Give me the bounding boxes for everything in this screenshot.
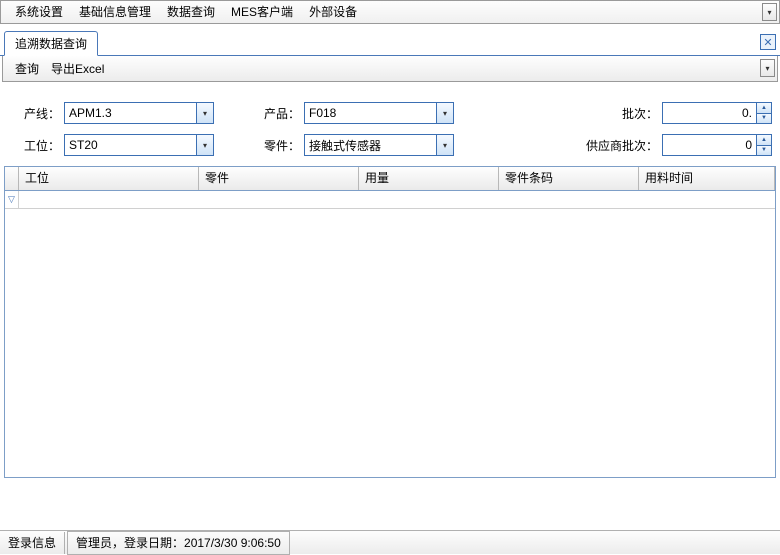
menu-mes-client[interactable]: MES客户端 <box>223 1 301 23</box>
menu-data-query[interactable]: 数据查询 <box>159 1 223 23</box>
col-usage[interactable]: 用量 <box>359 167 499 190</box>
grid-body[interactable]: ▽ <box>5 191 775 477</box>
product-label: 产品： <box>254 105 304 122</box>
chevron-down-icon: ▾ <box>203 141 207 150</box>
station-combo-button[interactable]: ▾ <box>196 135 213 155</box>
part-combo-value: 接触式传感器 <box>305 137 436 154</box>
menu-system-settings[interactable]: 系统设置 <box>7 1 71 23</box>
batch-label: 批次： <box>584 105 662 122</box>
part-label: 零件： <box>254 137 304 154</box>
tab-close-button[interactable]: ✕ <box>760 34 776 50</box>
query-button[interactable]: 查询 <box>9 57 45 81</box>
chevron-down-icon: ▾ <box>443 109 447 118</box>
product-combo[interactable]: F018 ▾ <box>304 102 454 124</box>
status-login-info: 管理员，登录日期：2017/3/30 9:06:50 <box>67 531 290 555</box>
menu-external-device[interactable]: 外部设备 <box>301 1 365 23</box>
part-combo-button[interactable]: ▾ <box>436 135 453 155</box>
tab-strip: 追溯数据查询 ✕ <box>0 30 780 56</box>
line-label: 产线： <box>8 105 64 122</box>
line-combo[interactable]: APM1.3 ▾ <box>64 102 214 124</box>
status-login-label: 登录信息 <box>0 532 65 554</box>
batch-spin-up[interactable]: ▲ <box>757 103 771 113</box>
filter-icon: ▽ <box>8 194 15 205</box>
supplier-batch-spin-down[interactable]: ▼ <box>757 145 771 156</box>
supplier-batch-label: 供应商批次： <box>584 137 662 154</box>
batch-value: 0. <box>663 106 756 120</box>
status-bar: 登录信息 管理员，登录日期：2017/3/30 9:06:50 <box>0 530 780 554</box>
menu-basic-info[interactable]: 基础信息管理 <box>71 1 159 23</box>
station-combo-value: ST20 <box>65 138 196 152</box>
close-icon: ✕ <box>763 36 772 49</box>
line-combo-button[interactable]: ▾ <box>196 103 213 123</box>
batch-spin-down[interactable]: ▼ <box>757 113 771 124</box>
grid-filter-row: ▽ <box>5 191 775 209</box>
chevron-down-icon: ▾ <box>203 109 207 118</box>
product-combo-value: F018 <box>305 106 436 120</box>
line-combo-value: APM1.3 <box>65 106 196 120</box>
result-grid: 工位 零件 用量 零件条码 用料时间 ▽ <box>4 166 776 478</box>
tab-trace-query[interactable]: 追溯数据查询 <box>4 31 98 56</box>
batch-spinner[interactable]: 0. ▲ ▼ <box>662 102 772 124</box>
main-menubar: 系统设置 基础信息管理 数据查询 MES客户端 外部设备 ▾ <box>0 0 780 24</box>
chevron-down-icon: ▾ <box>765 64 769 73</box>
supplier-batch-value: 0 <box>663 138 756 152</box>
toolbar-overflow-button[interactable]: ▾ <box>760 59 775 77</box>
toolbar: 查询 导出Excel ▾ <box>2 56 778 82</box>
col-barcode[interactable]: 零件条码 <box>499 167 639 190</box>
part-combo[interactable]: 接触式传感器 ▾ <box>304 134 454 156</box>
grid-filter-button[interactable]: ▽ <box>5 191 19 208</box>
chevron-down-icon: ▾ <box>767 8 771 17</box>
filter-form: 产线： APM1.3 ▾ 产品： F018 ▾ 批次： 0. ▲ ▼ 工位： S… <box>8 102 772 156</box>
export-excel-button[interactable]: 导出Excel <box>45 57 110 81</box>
chevron-down-icon: ▾ <box>443 141 447 150</box>
station-combo[interactable]: ST20 ▾ <box>64 134 214 156</box>
col-station[interactable]: 工位 <box>19 167 199 190</box>
supplier-batch-spinner[interactable]: 0 ▲ ▼ <box>662 134 772 156</box>
col-time[interactable]: 用料时间 <box>639 167 775 190</box>
supplier-batch-spin-up[interactable]: ▲ <box>757 135 771 145</box>
menubar-overflow-button[interactable]: ▾ <box>762 3 777 21</box>
product-combo-button[interactable]: ▾ <box>436 103 453 123</box>
station-label: 工位： <box>8 137 64 154</box>
col-part[interactable]: 零件 <box>199 167 359 190</box>
grid-header: 工位 零件 用量 零件条码 用料时间 <box>5 167 775 191</box>
